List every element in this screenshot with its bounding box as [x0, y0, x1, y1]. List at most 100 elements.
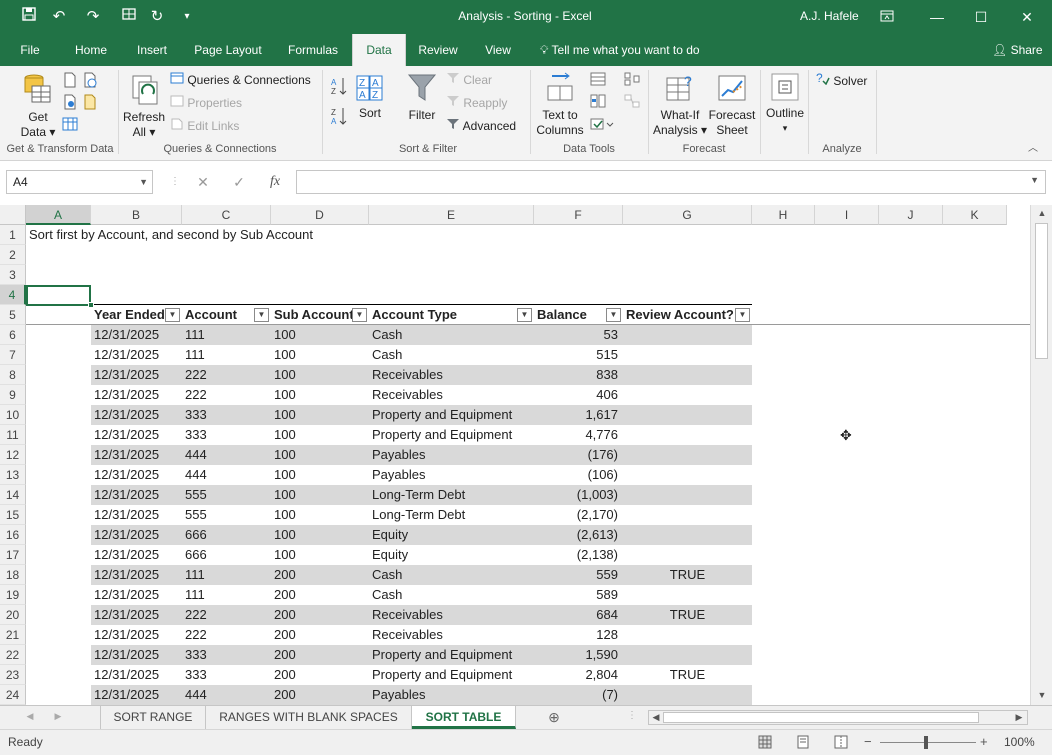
prev-sheet-icon[interactable]: ◀ [22, 711, 38, 722]
zoom-in-icon[interactable]: + [980, 734, 988, 749]
relationships-icon[interactable] [624, 93, 640, 111]
normal-view-icon[interactable] [758, 735, 772, 752]
zoom-slider-thumb[interactable] [924, 736, 928, 749]
table-cell[interactable]: Receivables [369, 385, 534, 405]
horizontal-scroll-thumb[interactable] [663, 712, 979, 723]
table-cell[interactable] [623, 365, 752, 385]
table-cell[interactable]: 666 [182, 545, 271, 565]
table-cell[interactable]: 1,590 [534, 645, 623, 665]
table-cell[interactable]: TRUE [623, 665, 752, 685]
expand-formula-icon[interactable]: ▼ [1030, 175, 1039, 185]
undo-icon[interactable]: ↶ [48, 6, 70, 28]
scroll-down-icon[interactable]: ▼ [1034, 690, 1050, 700]
table-cell[interactable]: (2,613) [534, 525, 623, 545]
insert-function-icon[interactable]: fx [260, 170, 290, 194]
table-cell[interactable]: Cash [369, 325, 534, 345]
remove-duplicates-icon[interactable] [590, 93, 606, 111]
table-header-cell[interactable]: Account Type [369, 305, 534, 325]
table-cell[interactable]: 53 [534, 325, 623, 345]
clear-button[interactable]: Clear [446, 71, 492, 89]
table-cell[interactable]: 100 [271, 365, 369, 385]
table-cell[interactable]: 12/31/2025 [91, 665, 182, 685]
row-header[interactable]: 19 [0, 585, 26, 605]
table-cell[interactable]: 100 [271, 465, 369, 485]
row-header[interactable]: 9 [0, 385, 26, 405]
flash-fill-icon[interactable] [590, 71, 606, 89]
table-cell[interactable]: 12/31/2025 [91, 385, 182, 405]
row-header[interactable]: 1 [0, 225, 26, 245]
table-header-cell[interactable]: Review Account? [623, 305, 752, 325]
table-cell[interactable]: 444 [182, 445, 271, 465]
queries-connections-button[interactable]: Queries & Connections [170, 71, 311, 89]
confirm-entry-icon[interactable]: ✓ [224, 170, 254, 194]
table-cell[interactable]: 100 [271, 525, 369, 545]
table-cell[interactable]: 555 [182, 485, 271, 505]
table-cell[interactable] [623, 545, 752, 565]
table-cell[interactable]: 12/31/2025 [91, 525, 182, 545]
filter-dropdown-icon[interactable]: ▼ [517, 308, 532, 322]
sheet-tab-sort-table[interactable]: SORT TABLE [412, 706, 516, 729]
table-cell[interactable]: 200 [271, 605, 369, 625]
name-box-dropdown-icon[interactable]: ▼ [139, 171, 148, 193]
properties-button[interactable]: Properties [170, 94, 242, 112]
user-name[interactable]: A.J. Hafele [800, 9, 859, 23]
table-cell[interactable] [623, 505, 752, 525]
column-header-h[interactable]: H [752, 205, 815, 225]
table-cell[interactable]: 100 [271, 485, 369, 505]
table-cell[interactable]: 12/31/2025 [91, 585, 182, 605]
table-cell[interactable]: 555 [182, 505, 271, 525]
tab-view[interactable]: View [474, 34, 522, 66]
filter-button[interactable]: Filter [402, 72, 442, 123]
table-cell[interactable]: 4,776 [534, 425, 623, 445]
table-cell[interactable]: Property and Equipment [369, 645, 534, 665]
table-cell[interactable]: Equity [369, 525, 534, 545]
redo-icon[interactable]: ↷ [82, 6, 104, 28]
row-header[interactable]: 18 [0, 565, 26, 585]
column-header-g[interactable]: G [623, 205, 752, 225]
table-cell[interactable]: Property and Equipment [369, 405, 534, 425]
table-cell[interactable]: 1,617 [534, 405, 623, 425]
row-header[interactable]: 5 [0, 305, 26, 325]
worksheet-grid[interactable]: A B C D E F G H I J K 1 2 3 4 5 6 7 8 9 10 11 12 13 14 15 16 17 18 19… [0, 205, 1030, 705]
existing-connections-icon[interactable] [62, 116, 78, 134]
table-cell[interactable]: 128 [534, 625, 623, 645]
customize-quick-access-icon[interactable]: ▾ [176, 6, 198, 28]
table-cell[interactable] [623, 425, 752, 445]
table-cell[interactable]: 666 [182, 525, 271, 545]
table-cell[interactable]: (2,138) [534, 545, 623, 565]
row-header[interactable]: 24 [0, 685, 26, 705]
table-cell[interactable]: 12/31/2025 [91, 405, 182, 425]
zoom-slider-track[interactable] [880, 742, 976, 743]
row-header[interactable]: 22 [0, 645, 26, 665]
table-cell[interactable]: 559 [534, 565, 623, 585]
table-cell[interactable]: Cash [369, 345, 534, 365]
repeat-icon[interactable]: ↻ [146, 6, 168, 28]
solver-button[interactable]: ? Solver [816, 71, 867, 89]
table-cell[interactable]: 406 [534, 385, 623, 405]
formula-input[interactable]: ▼ [296, 170, 1046, 194]
table-cell[interactable]: 12/31/2025 [91, 445, 182, 465]
table-cell[interactable]: 111 [182, 325, 271, 345]
table-cell[interactable] [623, 685, 752, 705]
row-header[interactable]: 14 [0, 485, 26, 505]
advanced-button[interactable]: Advanced [446, 117, 516, 135]
fill-handle[interactable] [88, 302, 94, 308]
table-cell[interactable]: 111 [182, 585, 271, 605]
tab-page-layout[interactable]: Page Layout [186, 34, 270, 66]
column-header-d[interactable]: D [271, 205, 369, 225]
table-cell[interactable]: 200 [271, 685, 369, 705]
row-header[interactable]: 17 [0, 545, 26, 565]
table-cell[interactable]: Long-Term Debt [369, 485, 534, 505]
sort-ascending-icon[interactable]: AZ [330, 76, 348, 96]
sheet-note[interactable]: Sort first by Account, and second by Sub… [26, 225, 316, 245]
table-cell[interactable]: 12/31/2025 [91, 625, 182, 645]
edit-links-button[interactable]: Edit Links [170, 117, 239, 135]
column-header-j[interactable]: J [879, 205, 943, 225]
table-cell[interactable] [623, 465, 752, 485]
tab-home[interactable]: Home [66, 34, 116, 66]
active-cell-selection[interactable] [26, 285, 91, 306]
table-cell[interactable] [623, 325, 752, 345]
table-cell[interactable]: (7) [534, 685, 623, 705]
table-cell[interactable]: 222 [182, 385, 271, 405]
vertical-scrollbar[interactable]: ▲ ▼ [1030, 205, 1052, 705]
